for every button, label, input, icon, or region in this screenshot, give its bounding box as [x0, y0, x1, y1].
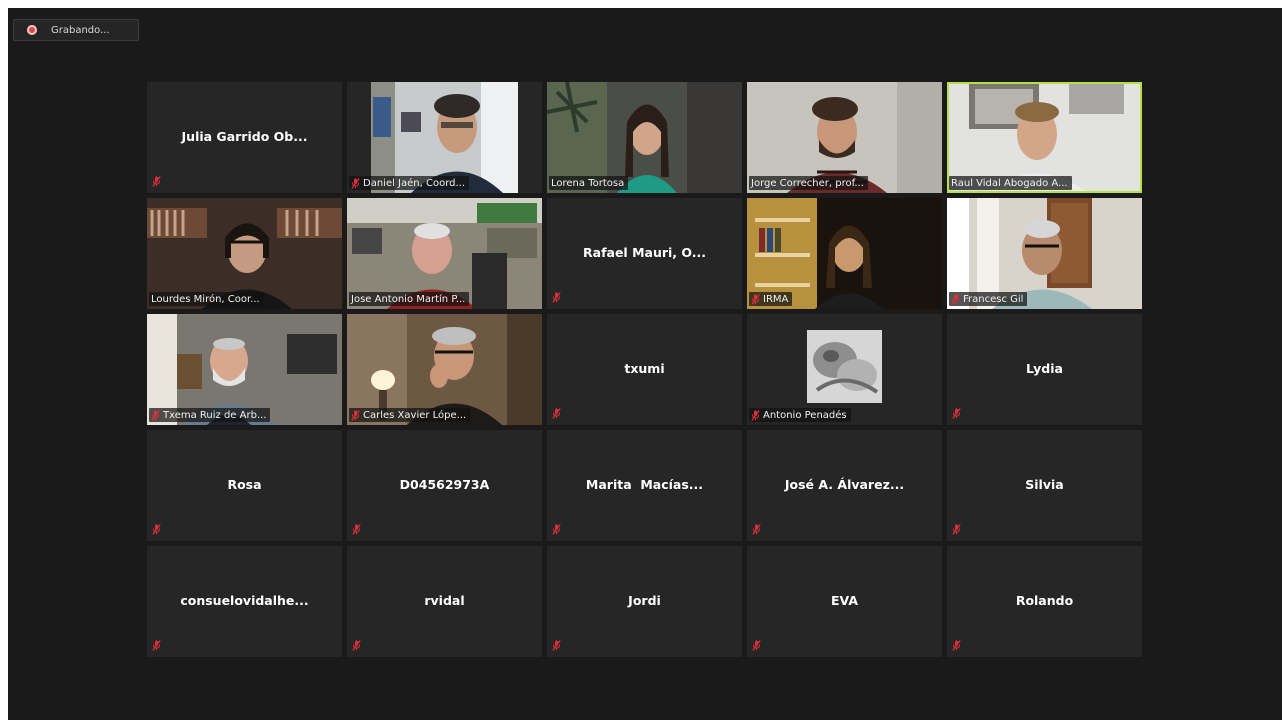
participant-tile[interactable]: Rolando — [947, 546, 1142, 657]
muted-mic-icon — [952, 640, 961, 651]
participant-label: Lorena Tortosa — [549, 176, 629, 190]
muted-mic-icon — [552, 640, 561, 651]
participant-name: Jordi — [628, 593, 661, 608]
participant-name: Jose Antonio Martín P... — [351, 293, 466, 305]
participant-tile[interactable]: Antonio Penadés — [747, 314, 942, 425]
participant-tile[interactable]: Lorena Tortosa — [547, 82, 742, 193]
participant-tile[interactable]: Jorge Correcher, prof... — [747, 82, 942, 193]
participant-tile[interactable]: Rafael Mauri, O... — [547, 198, 742, 309]
gallery-view: Julia Garrido Ob... Daniel Jaén, Coord..… — [147, 82, 1142, 657]
participant-name: Julia Garrido Ob... — [181, 129, 308, 144]
muted-mic-icon — [152, 524, 161, 535]
participant-tile[interactable]: Jose Antonio Martín P... — [347, 198, 542, 309]
muted-mic-icon — [952, 408, 961, 419]
participant-name: Lydia — [1026, 361, 1063, 376]
participant-name: IRMA — [763, 293, 789, 305]
muted-mic-icon — [952, 524, 961, 535]
muted-mic-icon — [352, 524, 361, 535]
participant-tile[interactable]: Carles Xavier Lópe... — [347, 314, 542, 425]
muted-mic-icon — [951, 293, 960, 305]
participant-label: Daniel Jaén, Coord... — [349, 176, 470, 190]
participant-name: José A. Álvarez... — [784, 477, 905, 492]
muted-mic-icon — [752, 640, 761, 651]
participant-tile[interactable]: Jordi — [547, 546, 742, 657]
participant-name: Jorge Correcher, prof... — [751, 177, 864, 189]
muted-mic-icon — [751, 293, 760, 305]
muted-mic-icon — [152, 176, 161, 187]
participant-tile[interactable]: Silvia — [947, 430, 1142, 541]
participant-tile[interactable]: Txema Ruiz de Arb... — [147, 314, 342, 425]
muted-mic-icon — [152, 640, 161, 651]
participant-tile-active-speaker[interactable]: Raul Vidal Abogado A... — [947, 82, 1142, 193]
muted-mic-icon — [552, 408, 561, 419]
meeting-window: Grabando... Julia Garrido Ob... Daniel J… — [8, 8, 1282, 720]
participant-label: Lourdes Mirón, Coor... — [149, 292, 264, 306]
participant-name: txumi — [624, 361, 665, 376]
participant-label: Txema Ruiz de Arb... — [149, 408, 271, 422]
participant-tile[interactable]: Lourdes Mirón, Coor... — [147, 198, 342, 309]
participant-name: consuelovidalhe... — [180, 593, 309, 608]
participant-tile[interactable]: txumi — [547, 314, 742, 425]
participant-label: Jose Antonio Martín P... — [349, 292, 470, 306]
participant-name: Marita Macías... — [585, 477, 704, 492]
participant-tile[interactable]: Rosa — [147, 430, 342, 541]
profile-picture — [807, 330, 882, 403]
participant-name: Lourdes Mirón, Coor... — [151, 293, 260, 305]
participant-tile[interactable]: Julia Garrido Ob... — [147, 82, 342, 193]
participant-name: Rafael Mauri, O... — [583, 245, 706, 260]
participant-tile[interactable]: EVA — [747, 546, 942, 657]
recording-label: Grabando... — [51, 24, 110, 36]
participant-name: Lorena Tortosa — [551, 177, 625, 189]
participant-label: Jorge Correcher, prof... — [749, 176, 868, 190]
participant-tile[interactable]: D04562973A — [347, 430, 542, 541]
participant-label: Francesc Gil — [949, 292, 1028, 306]
participant-name: Rosa — [227, 477, 262, 492]
participant-video — [949, 84, 1140, 191]
record-icon — [27, 25, 37, 35]
participant-label: Carles Xavier Lópe... — [349, 408, 471, 422]
participant-tile[interactable]: Marita Macías... — [547, 430, 742, 541]
participant-tile[interactable]: IRMA — [747, 198, 942, 309]
muted-mic-icon — [351, 177, 360, 189]
participant-tile[interactable]: Francesc Gil — [947, 198, 1142, 309]
participant-name: Antonio Penadés — [763, 409, 847, 421]
participant-name: Rolando — [1015, 593, 1074, 608]
participant-name: Txema Ruiz de Arb... — [163, 409, 267, 421]
muted-mic-icon — [752, 524, 761, 535]
participant-tile[interactable]: Daniel Jaén, Coord... — [347, 82, 542, 193]
participant-name: Daniel Jaén, Coord... — [363, 177, 466, 189]
muted-mic-icon — [751, 409, 760, 421]
participant-tile[interactable]: consuelovidalhe... — [147, 546, 342, 657]
participant-name: EVA — [830, 593, 859, 608]
participant-label: Raul Vidal Abogado A... — [949, 176, 1072, 190]
participant-label: IRMA — [749, 292, 793, 306]
participant-name: Raul Vidal Abogado A... — [951, 177, 1068, 189]
muted-mic-icon — [151, 409, 160, 421]
participant-name: Silvia — [1025, 477, 1064, 492]
participant-name: Carles Xavier Lópe... — [363, 409, 467, 421]
participant-name: Francesc Gil — [963, 293, 1024, 305]
muted-mic-icon — [552, 524, 561, 535]
muted-mic-icon — [351, 409, 360, 421]
muted-mic-icon — [352, 640, 361, 651]
participant-name: D04562973A — [399, 477, 490, 492]
participant-name: rvidal — [424, 593, 465, 608]
participant-tile[interactable]: rvidal — [347, 546, 542, 657]
recording-indicator[interactable]: Grabando... — [13, 19, 139, 41]
participant-tile[interactable]: Lydia — [947, 314, 1142, 425]
participant-label: Antonio Penadés — [749, 408, 851, 422]
participant-tile[interactable]: José A. Álvarez... — [747, 430, 942, 541]
muted-mic-icon — [552, 292, 561, 303]
